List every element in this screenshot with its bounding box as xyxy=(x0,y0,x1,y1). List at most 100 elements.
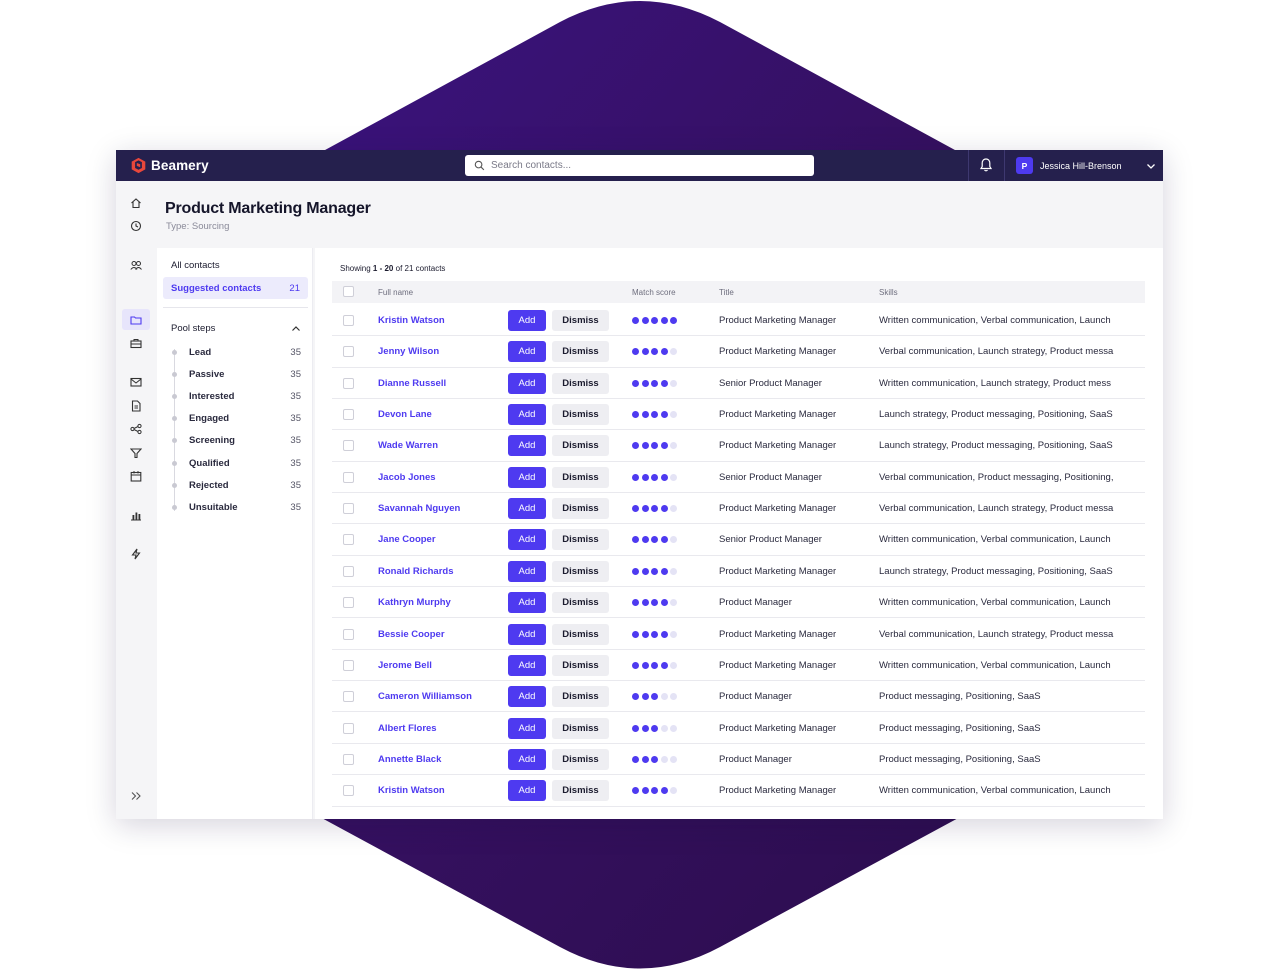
contact-name-link[interactable]: Devon Lane xyxy=(378,409,432,420)
contact-name-link[interactable]: Kathryn Murphy xyxy=(378,597,451,608)
pool-step-item[interactable]: Lead 35 xyxy=(171,345,301,359)
all-contacts-link[interactable]: All contacts xyxy=(171,260,220,271)
chart-icon[interactable] xyxy=(130,509,142,521)
chevron-down-icon[interactable] xyxy=(1146,161,1156,171)
home-icon[interactable] xyxy=(130,197,142,209)
contact-name-link[interactable]: Kristin Watson xyxy=(378,785,445,796)
row-checkbox[interactable] xyxy=(343,722,354,734)
contact-name-link[interactable]: Jerome Bell xyxy=(378,660,432,671)
folder-icon[interactable] xyxy=(130,314,142,326)
add-button[interactable]: Add xyxy=(508,654,546,676)
pool-step-item[interactable]: Qualified 35 xyxy=(171,456,301,470)
row-checkbox[interactable] xyxy=(343,565,354,577)
briefcase-icon[interactable] xyxy=(130,337,142,349)
row-checkbox[interactable] xyxy=(343,377,354,389)
row-checkbox[interactable] xyxy=(343,597,354,609)
row-checkbox[interactable] xyxy=(343,691,354,703)
row-checkbox[interactable] xyxy=(343,315,354,326)
add-button[interactable]: Add xyxy=(508,310,546,331)
dismiss-button[interactable]: Dismiss xyxy=(552,404,609,426)
row-checkbox[interactable] xyxy=(343,471,354,483)
bell-icon[interactable] xyxy=(978,157,994,173)
column-header-name[interactable]: Full name xyxy=(378,288,413,297)
dismiss-button[interactable]: Dismiss xyxy=(552,654,609,676)
table-row[interactable]: Devon Lane Add Dismiss Product Marketing Ma… xyxy=(332,399,1145,431)
dismiss-button[interactable]: Dismiss xyxy=(552,623,609,645)
column-header-title[interactable]: Title xyxy=(719,288,734,297)
pool-step-item[interactable]: Interested 35 xyxy=(171,389,301,403)
dismiss-button[interactable]: Dismiss xyxy=(552,341,609,363)
dismiss-button[interactable]: Dismiss xyxy=(552,529,609,551)
pool-step-item[interactable]: Rejected 35 xyxy=(171,478,301,492)
chevron-up-icon[interactable] xyxy=(291,324,301,334)
select-all-checkbox[interactable] xyxy=(343,286,354,297)
table-row[interactable]: Jane Cooper Add Dismiss Senior Product Mana… xyxy=(332,524,1145,556)
dismiss-button[interactable]: Dismiss xyxy=(552,592,609,614)
mail-icon[interactable] xyxy=(130,376,142,388)
add-button[interactable]: Add xyxy=(508,341,546,363)
calendar-icon[interactable] xyxy=(130,470,142,482)
add-button[interactable]: Add xyxy=(508,748,546,770)
dismiss-button[interactable]: Dismiss xyxy=(552,310,609,331)
table-row[interactable]: Kristin Watson Add Dismiss Product Marketin… xyxy=(332,775,1145,807)
column-header-skills[interactable]: Skills xyxy=(879,288,898,297)
pool-step-item[interactable]: Passive 35 xyxy=(171,367,301,381)
contact-name-link[interactable]: Albert Flores xyxy=(378,723,437,734)
contact-name-link[interactable]: Jane Cooper xyxy=(378,534,436,545)
lightning-icon[interactable] xyxy=(130,548,142,560)
search-input[interactable] xyxy=(491,160,791,171)
pool-step-item[interactable]: Engaged 35 xyxy=(171,412,301,426)
contact-name-link[interactable]: Wade Warren xyxy=(378,440,438,451)
contact-name-link[interactable]: Dianne Russell xyxy=(378,378,446,389)
table-row[interactable]: Bessie Cooper Add Dismiss Product Marketing… xyxy=(332,619,1145,650)
contact-name-link[interactable]: Cameron Williamson xyxy=(378,691,472,702)
table-row[interactable]: Savannah Nguyen Add Dismiss Product Marketi… xyxy=(332,493,1145,525)
add-button[interactable]: Add xyxy=(508,780,546,802)
brand[interactable]: Beamery xyxy=(130,157,430,174)
document-icon[interactable] xyxy=(130,400,142,412)
contact-name-link[interactable]: Jenny Wilson xyxy=(378,346,439,357)
dismiss-button[interactable]: Dismiss xyxy=(552,717,609,739)
clock-icon[interactable] xyxy=(130,220,142,232)
add-button[interactable]: Add xyxy=(508,435,546,457)
dismiss-button[interactable]: Dismiss xyxy=(552,560,609,582)
suggested-contacts-item[interactable]: Suggested contacts 21 xyxy=(163,277,308,299)
people-icon[interactable] xyxy=(130,259,142,271)
column-header-score[interactable]: Match score xyxy=(632,288,676,297)
row-checkbox[interactable] xyxy=(343,659,354,671)
network-icon[interactable] xyxy=(130,423,142,435)
dismiss-button[interactable]: Dismiss xyxy=(552,435,609,457)
table-row[interactable]: Albert Flores Add Dismiss Product Marketing… xyxy=(332,713,1145,744)
add-button[interactable]: Add xyxy=(508,404,546,426)
table-row[interactable]: Kathryn Murphy Add Dismiss Product Manager W… xyxy=(332,587,1145,619)
table-row[interactable]: Kristin Watson Add Dismiss Product Marketin… xyxy=(332,305,1145,337)
table-row[interactable]: Annette Black Add Dismiss Product Manager Pr… xyxy=(332,744,1145,776)
row-checkbox[interactable] xyxy=(343,503,354,515)
add-button[interactable]: Add xyxy=(508,498,546,520)
search-bar[interactable] xyxy=(465,155,814,176)
dismiss-button[interactable]: Dismiss xyxy=(552,686,609,708)
contact-name-link[interactable]: Annette Black xyxy=(378,754,441,765)
add-button[interactable]: Add xyxy=(508,560,546,582)
contact-name-link[interactable]: Kristin Watson xyxy=(378,315,445,326)
pool-steps-header[interactable]: Pool steps xyxy=(171,323,301,334)
table-row[interactable]: Ronald Richards Add Dismiss Product Marketi… xyxy=(332,556,1145,588)
row-checkbox[interactable] xyxy=(343,753,354,765)
add-button[interactable]: Add xyxy=(508,372,546,394)
dismiss-button[interactable]: Dismiss xyxy=(552,466,609,488)
table-row[interactable]: Jerome Bell Add Dismiss Product Marketing M… xyxy=(332,650,1145,682)
table-row[interactable]: Wade Warren Add Dismiss Product Marketing M… xyxy=(332,430,1145,462)
pool-step-item[interactable]: Screening 35 xyxy=(171,434,301,448)
add-button[interactable]: Add xyxy=(508,466,546,488)
dismiss-button[interactable]: Dismiss xyxy=(552,498,609,520)
dismiss-button[interactable]: Dismiss xyxy=(552,372,609,394)
table-row[interactable]: Dianne Russell Add Dismiss Senior Product M… xyxy=(332,368,1145,399)
dismiss-button[interactable]: Dismiss xyxy=(552,780,609,802)
table-row[interactable]: Jacob Jones Add Dismiss Senior Product Mana… xyxy=(332,462,1145,494)
row-checkbox[interactable] xyxy=(343,346,354,358)
dismiss-button[interactable]: Dismiss xyxy=(552,748,609,770)
contact-name-link[interactable]: Ronald Richards xyxy=(378,566,454,577)
row-checkbox[interactable] xyxy=(343,628,354,640)
row-checkbox[interactable] xyxy=(343,440,354,452)
row-checkbox[interactable] xyxy=(343,409,354,421)
